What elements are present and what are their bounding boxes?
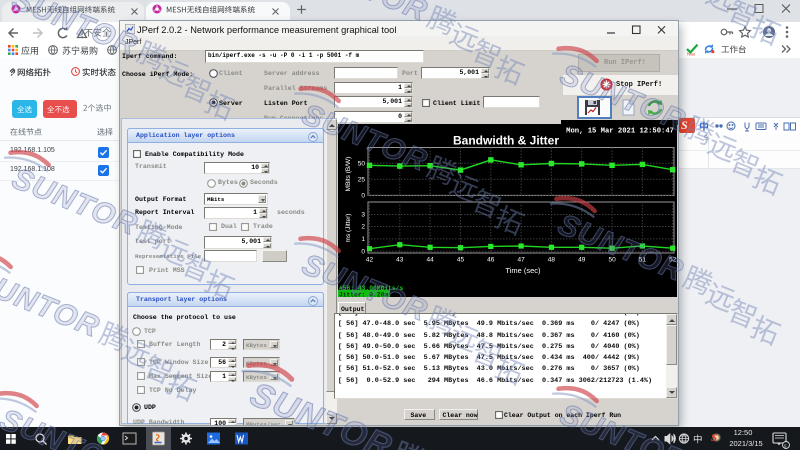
svg-text:48: 48 — [548, 257, 556, 264]
svg-text:25: 25 — [358, 177, 366, 184]
svg-text:52: 52 — [669, 257, 677, 264]
svg-text:45: 45 — [457, 257, 465, 264]
svg-text:50: 50 — [608, 257, 616, 264]
svg-text:47: 47 — [517, 257, 525, 264]
svg-text:1: 1 — [361, 236, 365, 243]
svg-text:Bandwidth & Jitter: Bandwidth & Jitter — [453, 134, 559, 148]
svg-text:MBits (B/W): MBits (B/W) — [345, 157, 352, 192]
svg-text:3: 3 — [361, 212, 365, 219]
svg-text:0: 0 — [361, 249, 365, 256]
svg-text:49: 49 — [578, 257, 586, 264]
svg-text:44: 44 — [426, 257, 434, 264]
svg-text:2: 2 — [361, 224, 365, 231]
svg-text:Time (sec): Time (sec) — [505, 266, 541, 275]
svg-text:51: 51 — [639, 257, 647, 264]
svg-text:0: 0 — [361, 193, 365, 200]
svg-text:42: 42 — [366, 257, 374, 264]
svg-text:43: 43 — [396, 257, 404, 264]
svg-text:Mon, 15 Mar 2021 12:50:47: Mon, 15 Mar 2021 12:50:47 — [566, 128, 674, 136]
svg-text:Jitter: 0.28ms: Jitter: 0.28ms — [339, 292, 392, 298]
svg-text:Nao: Nao — [687, 52, 696, 57]
svg-text:ms (Jitter): ms (Jitter) — [345, 214, 352, 243]
svg-text:50: 50 — [358, 161, 366, 168]
svg-text:46: 46 — [487, 257, 495, 264]
